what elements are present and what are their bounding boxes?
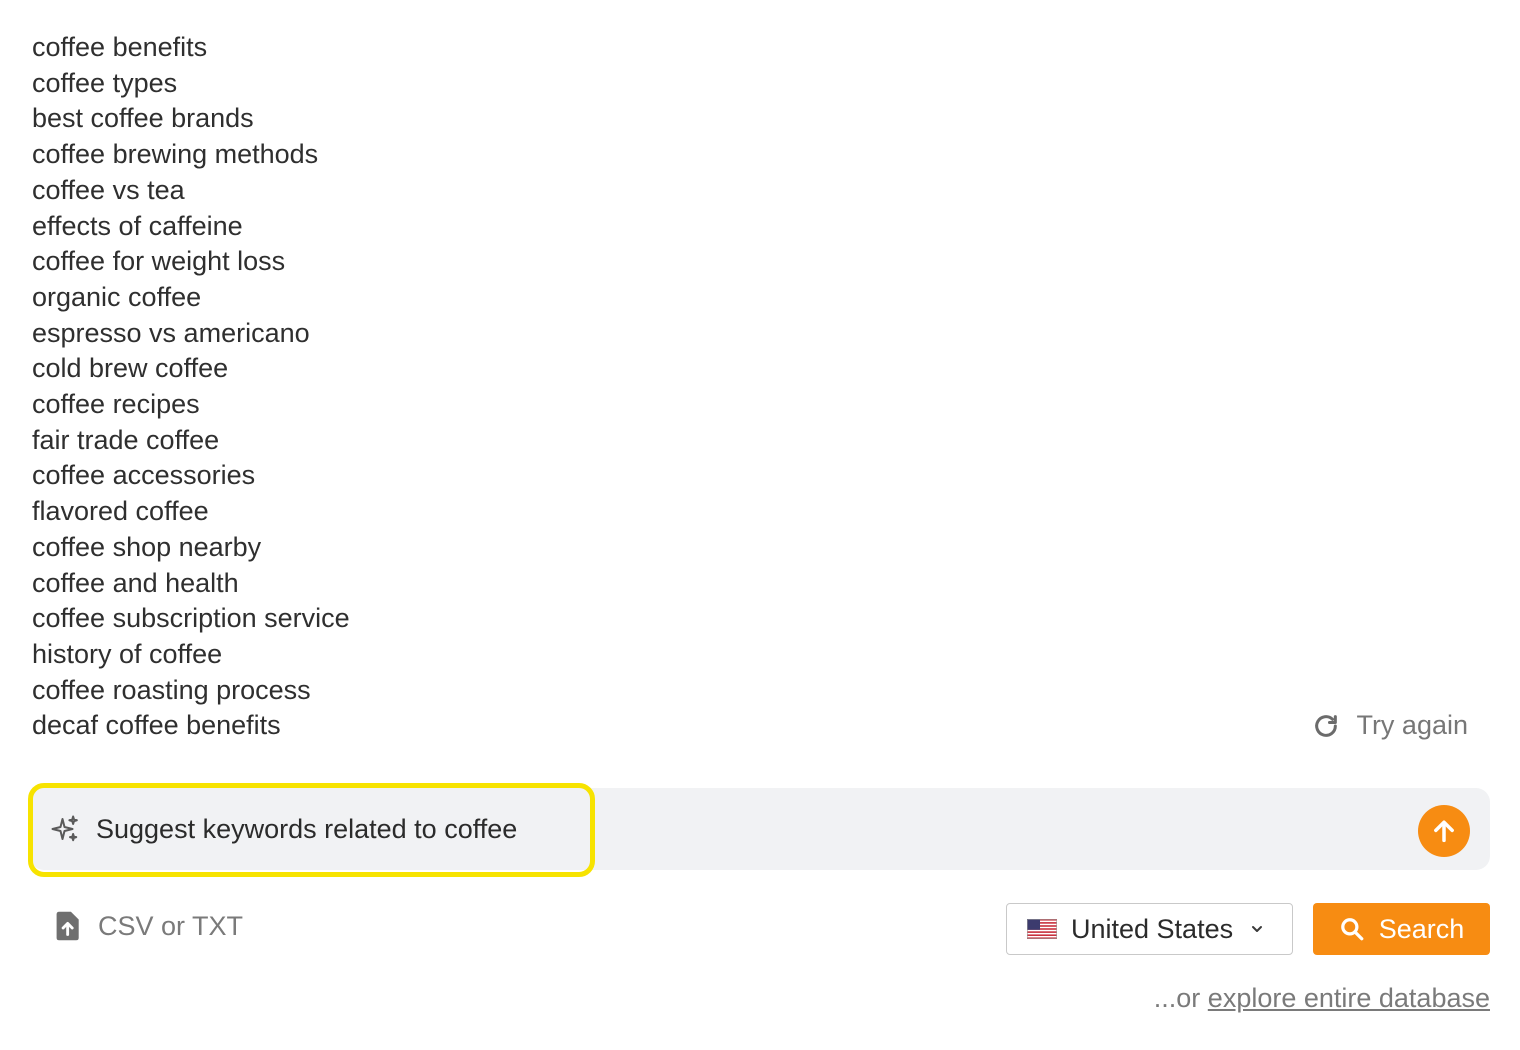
keyword-item: coffee vs tea: [32, 174, 185, 205]
keyword-item: espresso vs americano: [32, 317, 310, 348]
keyword-item: coffee brewing methods: [32, 139, 319, 170]
prompt-input[interactable]: [96, 806, 1396, 852]
keyword-item: coffee accessories: [32, 460, 256, 491]
keyword-item: cold brew coffee: [32, 353, 229, 384]
keyword-item: coffee recipes: [32, 389, 200, 420]
try-again-label: Try again: [1356, 710, 1468, 740]
keyword-item: decaf coffee benefits: [32, 710, 281, 741]
country-select[interactable]: United States: [1006, 903, 1293, 955]
search-button-label: Search: [1378, 913, 1465, 944]
send-button[interactable]: [1418, 805, 1470, 857]
file-upload-label: CSV or TXT: [98, 910, 244, 941]
arrow-up-icon: [1434, 820, 1454, 843]
refresh-icon: [1315, 714, 1338, 737]
keyword-item: history of coffee: [32, 638, 223, 669]
keyword-list: coffee benefits coffee types best coffee b…: [32, 30, 350, 744]
keyword-item: coffee subscription service: [32, 603, 350, 634]
sparkles-icon: [51, 815, 78, 842]
country-select-value: United States: [1071, 913, 1234, 944]
keyword-item: coffee types: [32, 67, 178, 98]
explore-database-line: ...or explore entire database: [1154, 983, 1490, 1014]
explore-database-link[interactable]: explore entire database: [1208, 983, 1490, 1013]
explore-prefix: ...or: [1153, 983, 1201, 1013]
file-upload-icon: [56, 911, 79, 941]
keyword-item: organic coffee: [32, 281, 202, 312]
keyword-suggestion-panel: coffee benefits coffee types best coffee b…: [0, 0, 1520, 1050]
search-button[interactable]: Search: [1313, 903, 1490, 955]
try-again-button[interactable]: Try again: [1312, 710, 1468, 741]
us-flag-icon: [1027, 919, 1057, 939]
chevron-down-icon: [1252, 926, 1263, 932]
keyword-item: effects of caffeine: [32, 210, 243, 241]
keyword-item: coffee for weight loss: [32, 246, 286, 277]
keyword-item: coffee and health: [32, 567, 239, 598]
keyword-item: fair trade coffee: [32, 424, 220, 455]
keyword-item: coffee roasting process: [32, 674, 311, 705]
keyword-item: best coffee brands: [32, 103, 254, 134]
file-upload-button[interactable]: CSV or TXT: [54, 910, 243, 942]
search-icon: [1340, 918, 1364, 941]
keyword-item: flavored coffee: [32, 496, 209, 527]
keyword-item: coffee shop nearby: [32, 531, 262, 562]
keyword-item: coffee benefits: [32, 32, 208, 62]
